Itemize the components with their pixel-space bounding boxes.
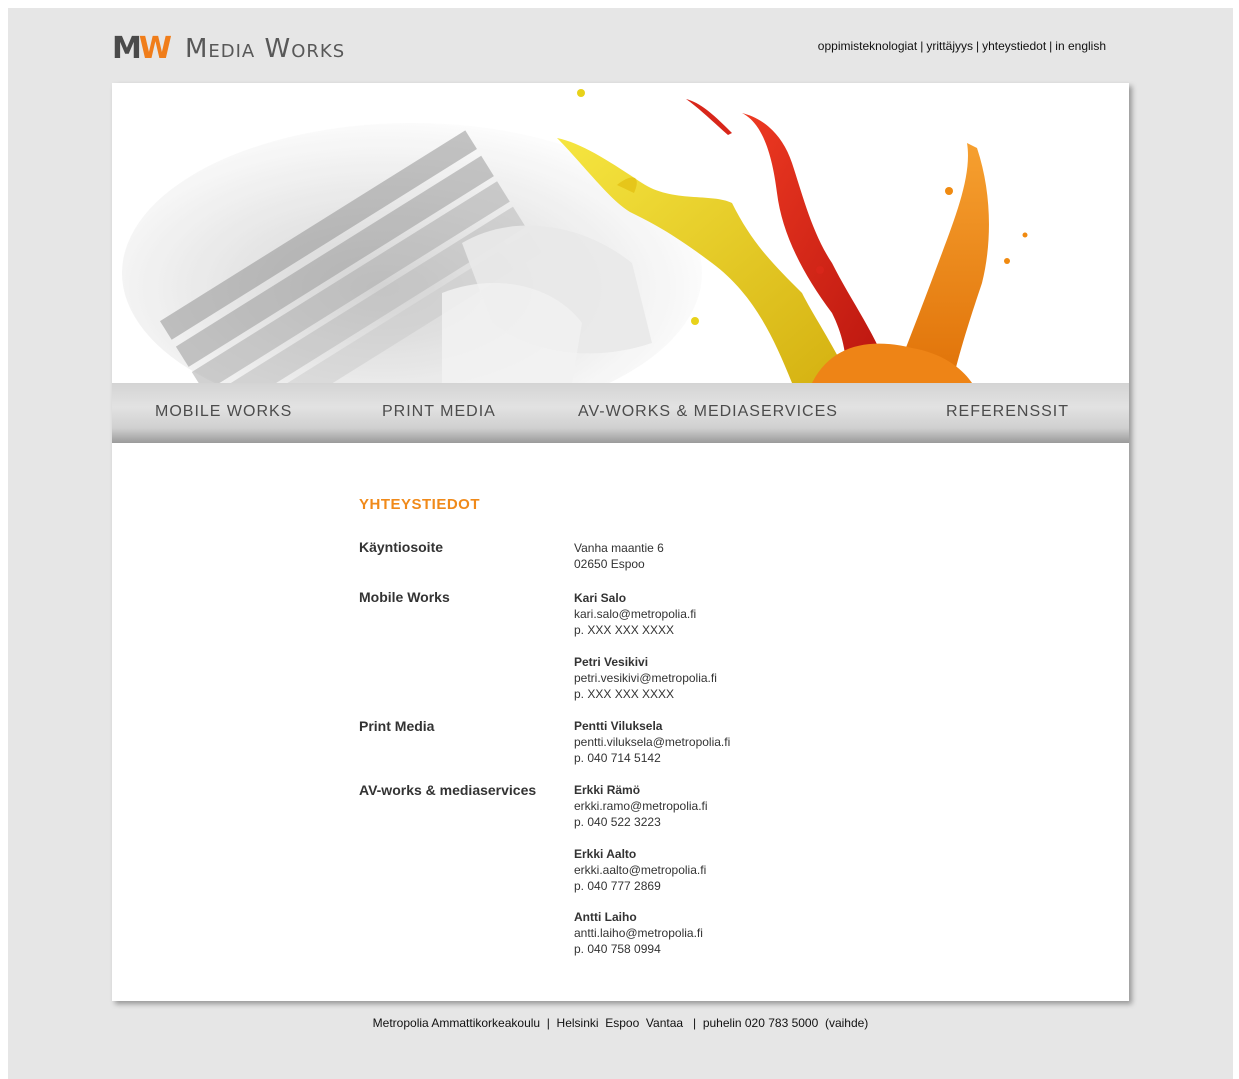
- address-block: Vanha maantie 6 02650 Espoo: [574, 540, 664, 572]
- contact-name: Erkki Rämö: [574, 783, 641, 797]
- contact-email-link[interactable]: erkki.aalto@metropolia.fi: [574, 863, 706, 877]
- link-in-english[interactable]: in english: [1055, 39, 1106, 53]
- link-yhteystiedot[interactable]: yhteystiedot: [982, 39, 1046, 53]
- address-line: 02650 Espoo: [574, 557, 645, 571]
- contact-phone: p. XXX XXX XXXX: [574, 623, 675, 637]
- contact-phone: p. 040 522 3223: [574, 815, 661, 829]
- contact-email-link[interactable]: kari.salo@metropolia.fi: [574, 607, 696, 621]
- contact-card: Antti Laiho antti.laiho@metropolia.fi p.…: [574, 909, 703, 957]
- main-navigation: MOBILE WORKS PRINT MEDIA AV-WORKS & MEDI…: [112, 383, 1129, 443]
- contact-phone: p. 040 758 0994: [574, 942, 661, 956]
- contact-email-link[interactable]: erkki.ramo@metropolia.fi: [574, 799, 708, 813]
- contact-card: Kari Salo kari.salo@metropolia.fi p. XXX…: [574, 590, 696, 638]
- logo-mark-w: W: [138, 31, 172, 66]
- hero-banner: [112, 83, 1129, 383]
- nav-print-media[interactable]: PRINT MEDIA: [382, 403, 496, 421]
- main-card: MOBILE WORKS PRINT MEDIA AV-WORKS & MEDI…: [112, 83, 1129, 1001]
- contact-name: Kari Salo: [574, 591, 627, 605]
- nav-mobile-works[interactable]: MOBILE WORKS: [155, 403, 292, 421]
- contact-card: Erkki Rämö erkki.ramo@metropolia.fi p. 0…: [574, 782, 708, 830]
- link-yrittajyys[interactable]: yrittäjyys: [926, 39, 973, 53]
- address-line: Vanha maantie 6: [574, 541, 664, 555]
- contact-name: Petri Vesikivi: [574, 655, 649, 669]
- page-title: YHTEYSTIEDOT: [359, 496, 481, 513]
- footer-text: Metropolia Ammattikorkeakoulu | Helsinki…: [372, 1016, 869, 1030]
- contact-name: Antti Laiho: [574, 910, 637, 924]
- contact-phone: p. 040 777 2869: [574, 879, 661, 893]
- nav-av-works-mediaservices[interactable]: AV-WORKS & MEDIASERVICES: [578, 403, 838, 421]
- link-oppimisteknologiat[interactable]: oppimisteknologiat: [818, 39, 917, 53]
- contact-name: Pentti Viluksela: [574, 719, 663, 733]
- contact-email-link[interactable]: pentti.viluksela@metropolia.fi: [574, 735, 730, 749]
- label-mobile-works: Mobile Works: [359, 589, 450, 605]
- logo-text: Media Works: [184, 34, 346, 64]
- contact-phone: p. XXX XXX XXXX: [574, 687, 675, 701]
- contact-phone: p. 040 714 5142: [574, 751, 661, 765]
- logo-mark: MW: [112, 31, 172, 66]
- contact-card: Erkki Aalto erkki.aalto@metropolia.fi p.…: [574, 846, 706, 894]
- contact-card: Petri Vesikivi petri.vesikivi@metropolia…: [574, 654, 717, 702]
- separator: |: [976, 39, 980, 53]
- logo[interactable]: MW Media Works: [112, 31, 346, 66]
- label-av-works: AV-works & mediaservices: [359, 782, 537, 798]
- separator: |: [1049, 39, 1053, 53]
- page-background: MW Media Works oppimisteknologiat | yrittä…: [8, 8, 1233, 1079]
- hero-image: [122, 89, 1028, 383]
- separator: |: [920, 39, 924, 53]
- keyboard-illustration: [122, 123, 702, 383]
- label-print-media: Print Media: [359, 718, 435, 734]
- contact-card: Pentti Viluksela pentti.viluksela@metrop…: [574, 718, 730, 766]
- top-links: oppimisteknologiat | yrittäjyys | yhteystied…: [818, 39, 1106, 53]
- logo-mark-m: M: [112, 31, 142, 66]
- label-address: Käyntiosoite: [359, 539, 444, 555]
- contact-name: Erkki Aalto: [574, 847, 637, 861]
- contact-email-link[interactable]: petri.vesikivi@metropolia.fi: [574, 671, 717, 685]
- nav-referenssit[interactable]: REFERENSSIT: [946, 403, 1069, 421]
- contact-email-link[interactable]: antti.laiho@metropolia.fi: [574, 926, 703, 940]
